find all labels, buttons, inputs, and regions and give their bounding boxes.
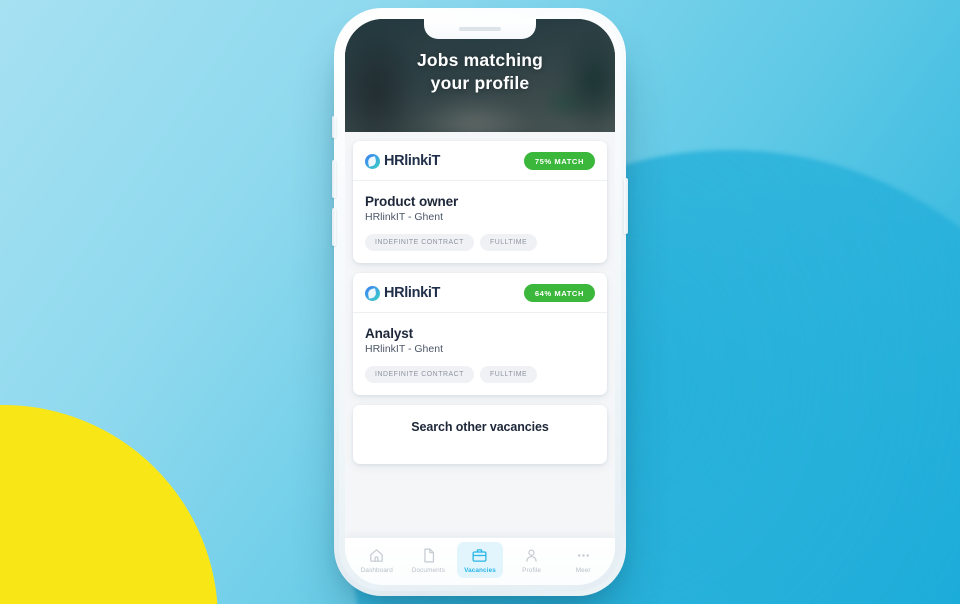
match-badge: 75% MATCH — [523, 152, 595, 170]
person-icon — [523, 547, 540, 564]
job-title: Product owner — [365, 194, 459, 209]
phone-notch — [424, 19, 536, 39]
ellipsis-icon — [575, 547, 592, 564]
tab-label: Documents — [411, 566, 445, 574]
job-card-body: Product owner HRlinkIT - Ghent INDEFINIT… — [353, 181, 607, 263]
tab-documents[interactable]: Documents — [405, 542, 451, 578]
phone-mockup: Jobs matching your profile HRlinkiT 75% … — [332, 8, 628, 596]
hrlinkit-logo-icon — [365, 285, 380, 301]
main-content: HRlinkiT 75% MATCH Product owner HRlinkI… — [345, 132, 615, 585]
tab-profile[interactable]: Profile — [509, 542, 555, 578]
phone-screen: Jobs matching your profile HRlinkiT 75% … — [345, 19, 615, 585]
phone-frame: Jobs matching your profile HRlinkiT 75% … — [332, 8, 628, 596]
job-title: Analyst — [365, 326, 414, 341]
job-tag-contract: INDEFINITE CONTRACT — [365, 234, 474, 251]
job-card[interactable]: HRlinkiT 75% MATCH Product owner HRlinkI… — [353, 141, 607, 263]
job-tag-contract: INDEFINITE CONTRACT — [365, 366, 474, 383]
job-tag-hours: FULLTIME — [479, 234, 538, 251]
tab-label: Dashboard — [360, 566, 393, 574]
bottom-navigation: Dashboard Documents Vacancies Profile Me… — [345, 537, 615, 585]
home-icon — [368, 547, 385, 564]
company-logo: HRlinkiT — [365, 153, 440, 169]
company-logo-text: HRlinkiT — [384, 285, 441, 301]
mute-switch-button[interactable] — [332, 116, 336, 138]
tab-dashboard[interactable]: Dashboard — [354, 542, 400, 578]
tab-label: Vacancies — [464, 566, 496, 574]
hero-title-line-1: Jobs matching — [416, 50, 544, 70]
job-company-location: HRlinkIT - Ghent — [365, 211, 443, 223]
job-card[interactable]: HRlinkiT 64% MATCH Analyst HRlinkIT - Gh… — [353, 273, 607, 395]
tab-meer[interactable]: Meer — [560, 542, 606, 578]
hero-title: Jobs matching your profile — [345, 49, 615, 95]
job-tag-hours: FULLTIME — [479, 366, 538, 383]
job-tags: INDEFINITE CONTRACT FULLTIME — [365, 366, 595, 383]
volume-down-button[interactable] — [332, 208, 336, 246]
search-other-vacancies-title: Search other vacancies — [411, 420, 549, 434]
job-card-header: HRlinkiT 75% MATCH — [353, 141, 607, 181]
briefcase-icon — [471, 547, 488, 564]
job-card-header: HRlinkiT 64% MATCH — [353, 273, 607, 313]
volume-up-button[interactable] — [332, 160, 336, 198]
background-yellow-circle — [0, 405, 218, 604]
tab-vacancies[interactable]: Vacancies — [456, 541, 503, 578]
document-icon — [420, 547, 437, 564]
power-button[interactable] — [624, 178, 628, 234]
hero-title-line-2: your profile — [430, 73, 530, 94]
job-card-body: Analyst HRlinkIT - Ghent INDEFINITE CONT… — [353, 313, 607, 395]
search-other-vacancies-section[interactable]: Search other vacancies — [353, 405, 607, 464]
company-logo: HRlinkiT — [365, 285, 440, 301]
tab-label: Meer — [575, 566, 591, 574]
earpiece-speaker — [459, 27, 501, 31]
tab-label: Profile — [522, 566, 541, 574]
job-tags: INDEFINITE CONTRACT FULLTIME — [365, 234, 595, 251]
job-company-location: HRlinkIT - Ghent — [365, 343, 443, 355]
match-badge: 64% MATCH — [523, 284, 595, 302]
company-logo-text: HRlinkiT — [384, 153, 441, 169]
hrlinkit-logo-icon — [365, 153, 380, 169]
